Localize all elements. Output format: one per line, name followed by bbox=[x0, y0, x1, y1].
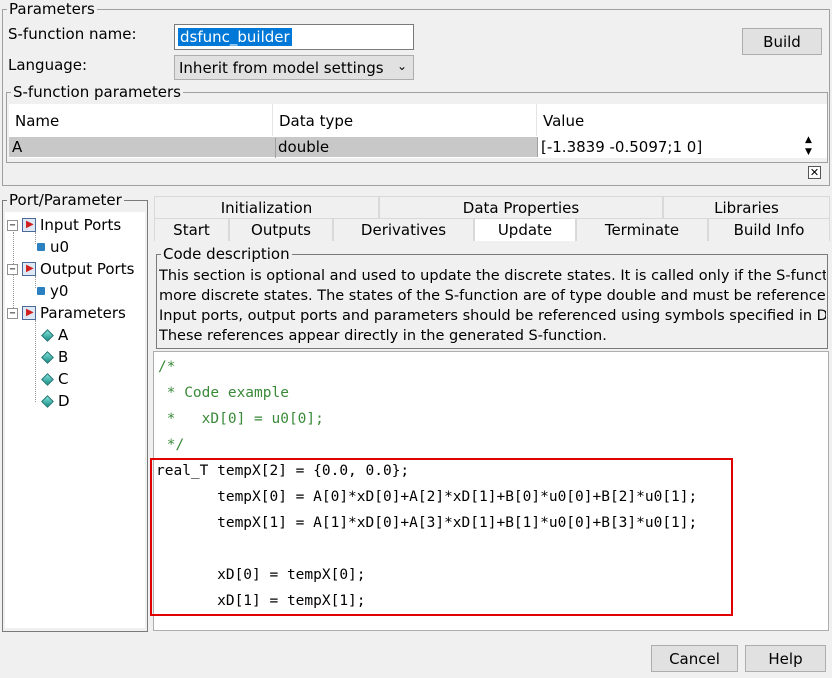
tab-outputs[interactable]: Outputs bbox=[229, 218, 333, 241]
tree-item-u0-label: u0 bbox=[50, 238, 70, 256]
highlight-box bbox=[150, 458, 733, 616]
tab-terminate-label: Terminate bbox=[604, 221, 680, 239]
description-line: Input ports, output ports and parameters… bbox=[159, 308, 826, 324]
sfunction-name-value: dsfunc_builder bbox=[178, 28, 292, 46]
tab-derivatives-label: Derivatives bbox=[360, 221, 447, 239]
tree-input-ports[interactable]: − ▶ Input Ports bbox=[7, 216, 121, 234]
row-name-cell[interactable]: A bbox=[12, 138, 22, 156]
description-line: more discrete states. The states of the … bbox=[159, 288, 826, 304]
tree-item-param-d-label: D bbox=[58, 392, 70, 410]
description-line: These references appear directly in the … bbox=[159, 328, 607, 344]
tab-libraries-label: Libraries bbox=[714, 198, 779, 217]
parameters-group-title: Parameters bbox=[9, 0, 95, 18]
tree-item-param-a-label: A bbox=[58, 326, 69, 344]
table-row[interactable]: A double [-1.3839 -0.5097;1 0] bbox=[9, 137, 799, 158]
tab-build-info-label: Build Info bbox=[733, 221, 805, 239]
code-line: /* bbox=[158, 359, 176, 375]
code-line: */ bbox=[158, 437, 185, 453]
port-signal-icon bbox=[37, 243, 45, 251]
tab-data-properties-label: Data Properties bbox=[462, 198, 580, 217]
tab-initialization[interactable]: Initialization bbox=[154, 196, 379, 218]
collapse-icon[interactable]: − bbox=[7, 307, 18, 319]
tree-item-y0-label: y0 bbox=[50, 282, 69, 300]
parameter-diamond-icon bbox=[41, 372, 54, 386]
tab-initialization-label: Initialization bbox=[220, 198, 313, 217]
language-value: Inherit from model settings bbox=[179, 58, 384, 77]
tree-item-param-c-label: C bbox=[58, 370, 69, 388]
table-header-datatype[interactable]: Data type bbox=[273, 104, 537, 136]
language-select[interactable]: Inherit from model settings ⌄ bbox=[174, 55, 414, 80]
tree-item-param-b-label: B bbox=[58, 348, 69, 366]
code-description-text: This section is optional and used to upd… bbox=[159, 266, 826, 346]
table-header-value[interactable]: Value bbox=[537, 104, 799, 136]
row-value-cell[interactable]: [-1.3839 -0.5097;1 0] bbox=[537, 137, 799, 157]
tree-item-param-b[interactable]: B bbox=[41, 348, 69, 366]
tab-libraries[interactable]: Libraries bbox=[663, 196, 830, 218]
sfunction-name-input[interactable]: dsfunc_builder bbox=[174, 24, 414, 50]
port-signal-icon bbox=[37, 287, 45, 295]
param-block-icon: ▶ bbox=[22, 306, 36, 320]
tab-row-bottom: Start Outputs Derivatives Update Termina… bbox=[154, 218, 830, 241]
sfunc-params-table: Name Data type Value A double [-1.3839 -… bbox=[9, 104, 827, 158]
tab-row-top: Initialization Data Properties Libraries bbox=[154, 196, 830, 218]
code-line: * xD[0] = u0[0]; bbox=[158, 411, 324, 427]
port-parameter-tree: − ▶ Input Ports u0 − ▶ Output Ports y0 −… bbox=[5, 212, 145, 628]
parameter-diamond-icon bbox=[41, 350, 54, 364]
tree-output-ports[interactable]: − ▶ Output Ports bbox=[7, 260, 134, 278]
collapse-icon[interactable]: − bbox=[7, 219, 18, 231]
tab-update-label: Update bbox=[497, 221, 553, 239]
port-block-icon: ▶ bbox=[22, 218, 36, 232]
tab-data-properties[interactable]: Data Properties bbox=[379, 196, 663, 218]
cancel-button[interactable]: Cancel bbox=[651, 645, 738, 672]
table-scrollbar[interactable]: ▲ ▼ bbox=[801, 136, 819, 158]
tree-item-param-c[interactable]: C bbox=[41, 370, 69, 388]
tree-item-u0[interactable]: u0 bbox=[37, 238, 69, 256]
tab-update[interactable]: Update bbox=[474, 218, 576, 241]
column-datatype-label: Data type bbox=[279, 112, 354, 130]
tree-output-ports-label: Output Ports bbox=[40, 260, 135, 278]
tree-item-param-a[interactable]: A bbox=[41, 326, 69, 344]
port-block-icon: ▶ bbox=[22, 262, 36, 276]
tab-start[interactable]: Start bbox=[154, 218, 229, 241]
sfunc-params-title: S-function parameters bbox=[13, 83, 181, 101]
chevron-down-icon: ⌄ bbox=[396, 59, 407, 73]
tree-parameters[interactable]: − ▶ Parameters bbox=[7, 304, 126, 322]
tab-build-info[interactable]: Build Info bbox=[708, 218, 830, 241]
port-parameter-title: Port/Parameter bbox=[9, 191, 122, 209]
scroll-up-icon[interactable]: ▲ bbox=[805, 136, 812, 145]
tree-parameters-label: Parameters bbox=[40, 304, 126, 322]
description-line: This section is optional and used to upd… bbox=[159, 268, 826, 284]
parameter-diamond-icon bbox=[41, 328, 54, 342]
help-button[interactable]: Help bbox=[745, 645, 826, 672]
tab-outputs-label: Outputs bbox=[251, 221, 311, 239]
tab-derivatives[interactable]: Derivatives bbox=[333, 218, 474, 241]
parameter-diamond-icon bbox=[41, 394, 54, 408]
tab-start-label: Start bbox=[173, 221, 210, 239]
tree-connector bbox=[35, 320, 36, 402]
collapse-icon[interactable]: − bbox=[7, 263, 18, 275]
code-line: * Code example bbox=[158, 385, 289, 401]
tree-item-param-d[interactable]: D bbox=[41, 392, 70, 410]
code-description-title: Code description bbox=[163, 247, 290, 263]
tab-terminate[interactable]: Terminate bbox=[576, 218, 708, 241]
table-header-name[interactable]: Name bbox=[9, 104, 273, 136]
column-value-label: Value bbox=[543, 112, 585, 130]
delete-row-icon[interactable]: ✕ bbox=[808, 166, 821, 179]
scroll-down-icon[interactable]: ▼ bbox=[805, 148, 812, 157]
tree-input-ports-label: Input Ports bbox=[40, 216, 122, 234]
sfunction-name-label: S-function name: bbox=[8, 25, 137, 43]
column-name-label: Name bbox=[15, 112, 60, 130]
language-label: Language: bbox=[8, 56, 88, 74]
tree-item-y0[interactable]: y0 bbox=[37, 282, 68, 300]
row-datatype-cell[interactable]: double bbox=[275, 138, 329, 158]
build-button[interactable]: Build bbox=[742, 28, 822, 55]
